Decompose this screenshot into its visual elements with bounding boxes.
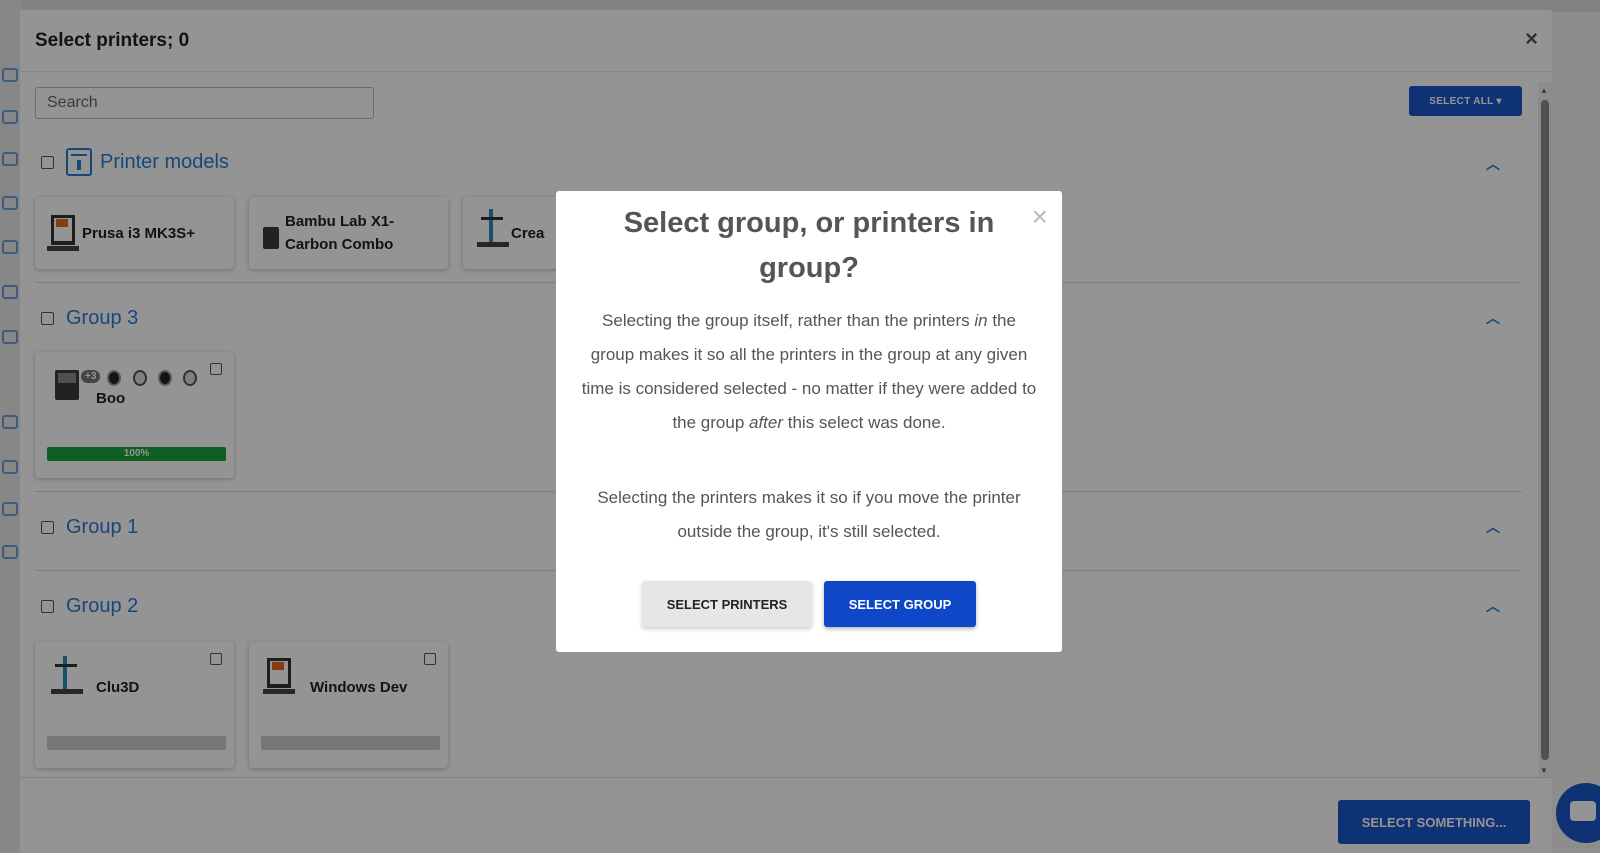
select-group-button[interactable]: SELECT GROUP (824, 581, 976, 627)
emphasis-text: after (749, 413, 784, 432)
text-segment: this select was done. (783, 413, 946, 432)
close-icon[interactable]: × (1032, 203, 1048, 231)
select-group-dialog: × Select group, or printers in group? Se… (556, 191, 1062, 652)
dialog-description-2: Selecting the printers makes it so if yo… (597, 488, 1021, 541)
select-printers-button[interactable]: SELECT PRINTERS (642, 581, 812, 627)
emphasis-text: in (974, 311, 988, 330)
text-segment: Selecting the group itself, rather than … (602, 311, 975, 330)
dialog-description: Selecting the group itself, rather than … (580, 304, 1038, 440)
dialog-title: Select group, or printers in group? (623, 207, 995, 284)
